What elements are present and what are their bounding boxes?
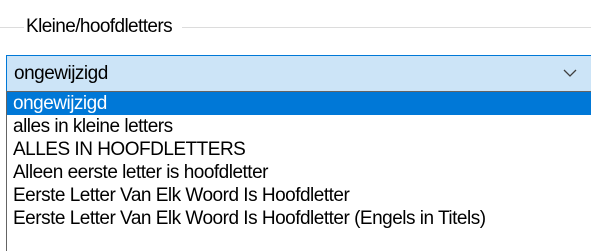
chevron-down-icon[interactable]	[561, 64, 579, 82]
list-item-title-case-english[interactable]: Eerste Letter Van Elk Woord Is Hoofdlett…	[7, 207, 591, 230]
case-dropdown-list[interactable]: ongewijzigd alles in kleine letters ALLE…	[6, 91, 591, 251]
list-item-title-case[interactable]: Eerste Letter Van Elk Woord Is Hoofdlett…	[7, 184, 591, 207]
case-combobox[interactable]: ongewijzigd	[6, 55, 591, 92]
combobox-value: ongewijzigd	[14, 63, 108, 84]
case-groupbox: Kleine/hoofdletters ongewijzigd ongewijz…	[0, 0, 591, 251]
list-item-sentence-case[interactable]: Alleen eerste letter is hoofdletter	[7, 161, 591, 184]
groupbox-title: Kleine/hoofdletters	[24, 15, 182, 39]
list-item-uppercase[interactable]: ALLES IN HOOFDLETTERS	[7, 138, 591, 161]
list-item-lowercase[interactable]: alles in kleine letters	[7, 115, 591, 138]
list-item-ongewijzigd[interactable]: ongewijzigd	[7, 92, 591, 115]
